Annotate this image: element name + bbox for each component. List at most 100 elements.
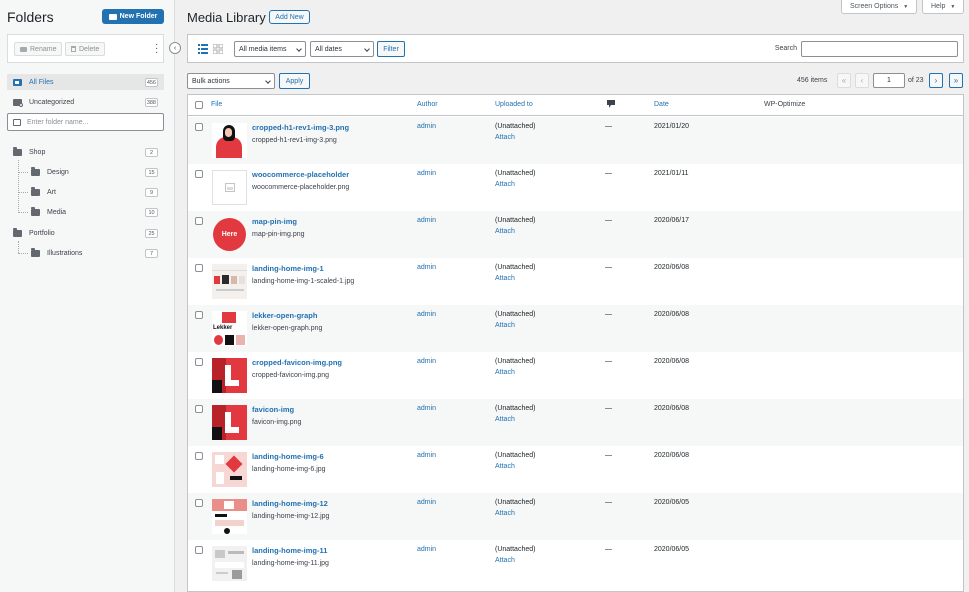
author-link[interactable]: admin [417, 170, 436, 177]
thumbnail[interactable] [212, 452, 247, 487]
attach-link[interactable]: Attach [495, 228, 515, 235]
date: 2020/06/05 [654, 546, 690, 553]
folder-label: Art [47, 188, 56, 196]
trash-icon [71, 46, 76, 52]
row-checkbox[interactable] [195, 358, 203, 366]
all-files-label: All Files [29, 78, 54, 86]
prev-page-button[interactable]: ‹ [855, 73, 869, 88]
column-author[interactable]: Author [417, 101, 438, 108]
author-link[interactable]: admin [417, 499, 436, 506]
sidebar-item-illustrations[interactable]: Illustrations 7 [7, 245, 164, 261]
help-button[interactable]: Help ▼ [922, 0, 965, 14]
row-checkbox[interactable] [195, 452, 203, 460]
more-options-icon[interactable]: · · · [155, 40, 158, 58]
thumbnail[interactable] [212, 170, 247, 205]
row-checkbox[interactable] [195, 123, 203, 131]
table-row: favicon-img favicon-img.png admin (Unatt… [188, 399, 963, 446]
file-title-link[interactable]: woocommerce-placeholder [252, 170, 349, 179]
sidebar-item-media[interactable]: Media 10 [7, 204, 164, 220]
thumbnail[interactable] [212, 123, 247, 158]
attach-link[interactable]: Attach [495, 134, 515, 141]
attach-link[interactable]: Attach [495, 463, 515, 470]
media-type-value: All media items [239, 45, 287, 53]
rename-label: Rename [30, 45, 57, 53]
attach-link[interactable]: Attach [495, 322, 515, 329]
author-link[interactable]: admin [417, 217, 436, 224]
file-title-link[interactable]: cropped-h1-rev1-img-3.png [252, 123, 349, 132]
file-title-link[interactable]: landing-home-img-6 [252, 452, 324, 461]
select-all-checkbox[interactable] [195, 101, 203, 109]
new-folder-button[interactable]: New Folder [102, 9, 164, 24]
column-file[interactable]: File [211, 101, 222, 108]
date-select[interactable]: All dates [310, 41, 374, 57]
search-input[interactable] [801, 41, 958, 57]
add-new-button[interactable]: Add New [269, 10, 310, 24]
rename-button[interactable]: Rename [14, 42, 63, 56]
attach-link[interactable]: Attach [495, 510, 515, 517]
thumbnail[interactable]: Here [212, 217, 247, 252]
row-checkbox[interactable] [195, 405, 203, 413]
author-link[interactable]: admin [417, 405, 436, 412]
current-page-input[interactable]: 1 [873, 73, 905, 88]
row-checkbox[interactable] [195, 264, 203, 272]
author-link[interactable]: admin [417, 123, 436, 130]
table-row: woocommerce-placeholder woocommerce-plac… [188, 164, 963, 211]
attach-link[interactable]: Attach [495, 416, 515, 423]
grid-view-icon[interactable] [213, 44, 223, 54]
row-checkbox[interactable] [195, 499, 203, 507]
file-title-link[interactable]: landing-home-img-11 [252, 546, 327, 555]
file-title-link[interactable]: lekker-open-graph [252, 311, 317, 320]
caret-down-icon: ▼ [903, 3, 909, 10]
sidebar-item-all-files[interactable]: All Files 456 [7, 74, 164, 90]
sidebar-item-uncategorized[interactable]: Uncategorized 388 [7, 94, 164, 110]
folder-open-icon [13, 78, 22, 86]
comment-icon[interactable] [607, 100, 615, 108]
author-link[interactable]: admin [417, 264, 436, 271]
delete-button[interactable]: Delete [65, 42, 106, 56]
thumbnail-text: Lekker [213, 325, 233, 331]
column-date[interactable]: Date [654, 101, 669, 108]
author-link[interactable]: admin [417, 311, 436, 318]
attach-link[interactable]: Attach [495, 369, 515, 376]
sidebar-item-portfolio[interactable]: Portfolio 25 [7, 225, 164, 241]
next-page-button[interactable]: › [929, 73, 943, 88]
media-type-select[interactable]: All media items [234, 41, 306, 57]
thumbnail[interactable] [212, 546, 247, 581]
attach-link[interactable]: Attach [495, 275, 515, 282]
thumbnail[interactable]: Lekker [212, 311, 247, 346]
file-title-link[interactable]: map-pin-img [252, 217, 297, 226]
filter-button[interactable]: Filter [377, 41, 405, 57]
last-page-button[interactable]: » [949, 73, 963, 88]
screen-options-button[interactable]: Screen Options ▼ [841, 0, 918, 14]
thumbnail[interactable] [212, 499, 247, 534]
uploaded-to: (Unattached) [495, 264, 536, 271]
column-uploaded-to[interactable]: Uploaded to [495, 101, 533, 108]
row-checkbox[interactable] [195, 546, 203, 554]
row-checkbox[interactable] [195, 170, 203, 178]
sidebar-item-art[interactable]: Art 9 [7, 184, 164, 200]
folder-name-input[interactable]: Enter folder name... [7, 113, 164, 131]
sidebar-item-shop[interactable]: Shop 2 [7, 144, 164, 160]
file-title-link[interactable]: landing-home-img-1 [252, 264, 324, 273]
sidebar-item-design[interactable]: Design 15 [7, 164, 164, 180]
author-link[interactable]: admin [417, 546, 436, 553]
file-title-link[interactable]: favicon-img [252, 405, 294, 414]
list-view-icon[interactable] [198, 44, 208, 54]
attach-link[interactable]: Attach [495, 181, 515, 188]
thumbnail[interactable] [212, 405, 247, 440]
first-page-button[interactable]: « [837, 73, 851, 88]
file-name: lekker-open-graph.png [252, 325, 323, 332]
file-title-link[interactable]: landing-home-img-12 [252, 499, 328, 508]
thumbnail[interactable] [212, 358, 247, 393]
thumbnail[interactable] [212, 264, 247, 299]
apply-button[interactable]: Apply [279, 73, 310, 89]
file-title-link[interactable]: cropped-favicon-img.png [252, 358, 342, 367]
row-checkbox[interactable] [195, 311, 203, 319]
author-link[interactable]: admin [417, 358, 436, 365]
attach-link[interactable]: Attach [495, 557, 515, 564]
author-link[interactable]: admin [417, 452, 436, 459]
bulk-actions-select[interactable]: Bulk actions [187, 73, 275, 89]
table-row: Here map-pin-img map-pin-img.png admin (… [188, 211, 963, 258]
collapse-sidebar-button[interactable]: ‹ [169, 42, 181, 54]
row-checkbox[interactable] [195, 217, 203, 225]
